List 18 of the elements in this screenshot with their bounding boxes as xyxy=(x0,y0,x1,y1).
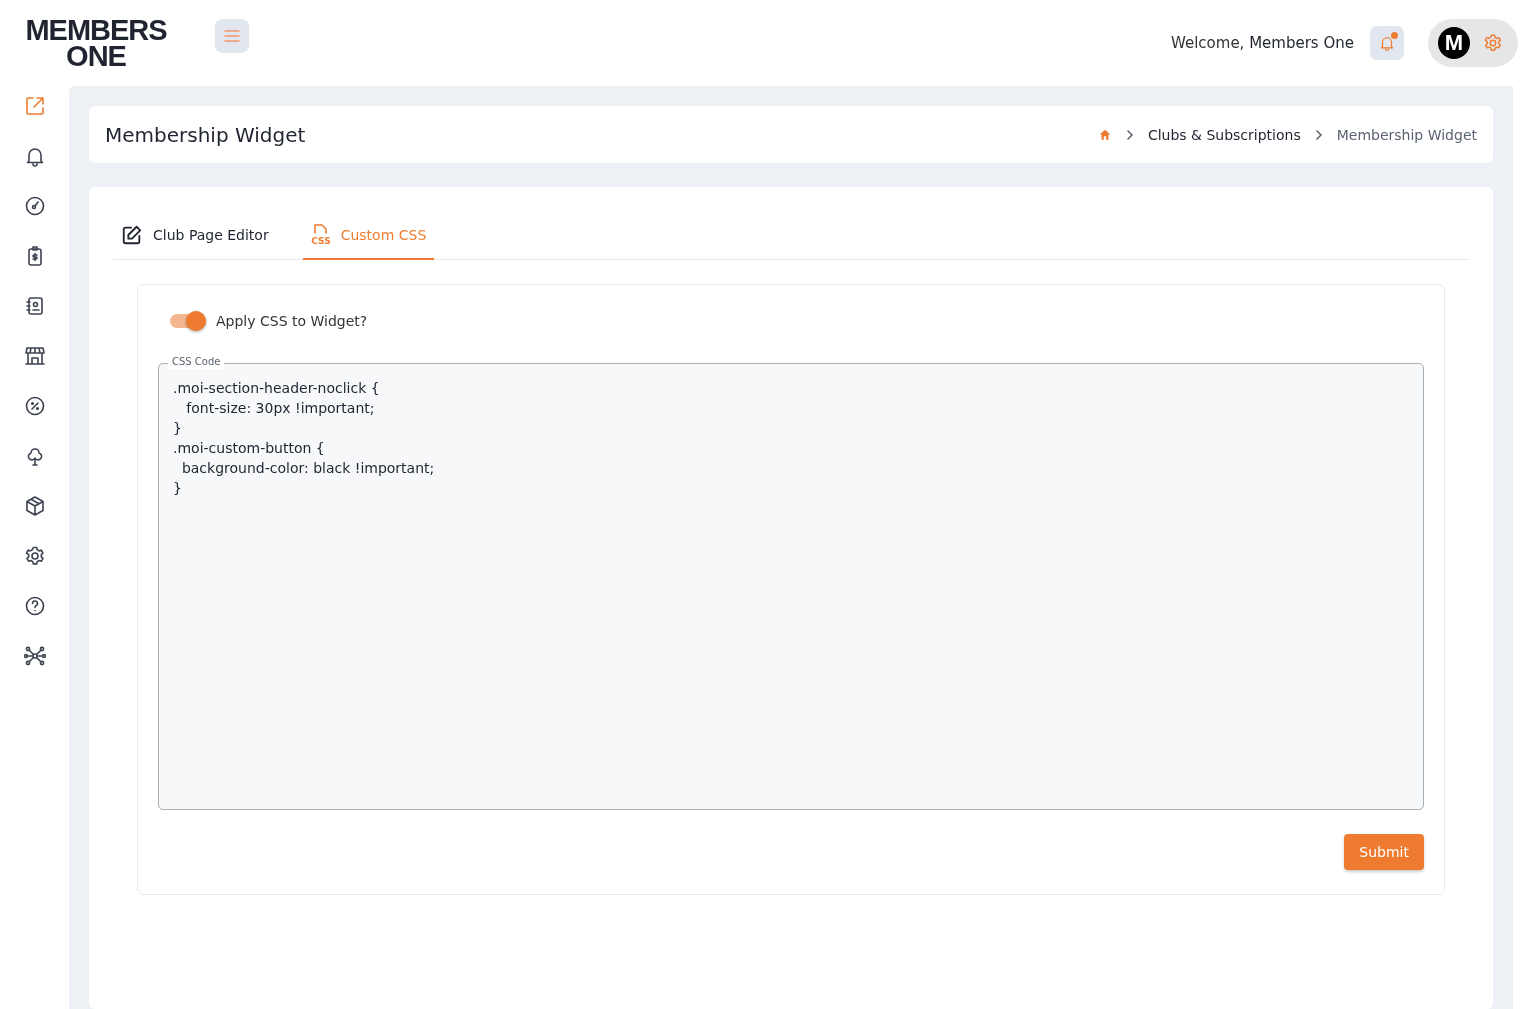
breadcrumb-link[interactable]: Membership Widget xyxy=(1336,126,1477,143)
chevron-icon xyxy=(1125,129,1134,140)
logo: MEMBERS ONE xyxy=(24,17,168,69)
chevron-icon xyxy=(1314,129,1323,140)
bell-icon xyxy=(1378,34,1396,52)
user-avatar[interactable]: M xyxy=(1438,27,1470,59)
field-label: CSS Code xyxy=(168,355,225,369)
toggle-label: Apply CSS to Widget? xyxy=(216,313,368,329)
network-icon[interactable] xyxy=(22,644,47,668)
notification-button[interactable] xyxy=(1370,26,1404,60)
welcome-text: Welcome, Members One xyxy=(1171,34,1354,52)
edit-icon xyxy=(121,223,143,246)
store-icon[interactable] xyxy=(22,344,47,368)
tab[interactable]: Club Page Editor xyxy=(113,211,277,260)
toggle-switch[interactable] xyxy=(170,314,206,328)
page-title: Membership Widget xyxy=(105,122,307,147)
breadcrumb-link[interactable]: Clubs & Subscriptions xyxy=(1147,126,1301,143)
menu-icon xyxy=(224,29,240,43)
